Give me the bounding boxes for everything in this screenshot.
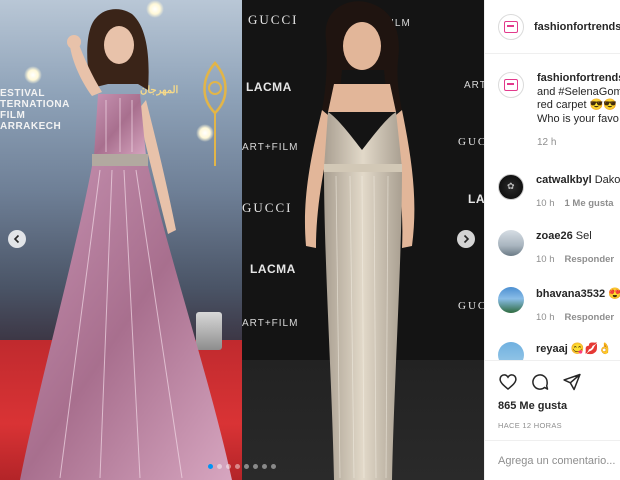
caption-username[interactable]: fashionfortrends: [537, 72, 620, 86]
brand-logo-icon: [504, 79, 518, 91]
photo-dakota-red-carpet: ESTIVAL TERNATIONA FILM ARRAKECH المهرجا…: [0, 0, 242, 480]
comment-username[interactable]: reyaaj: [536, 343, 568, 355]
carousel-dot[interactable]: [244, 464, 249, 469]
carousel-dot[interactable]: [208, 464, 213, 469]
avatar[interactable]: [498, 230, 524, 256]
carousel-prev-button[interactable]: [8, 230, 26, 248]
comment-item: bhavana3532 😍 10 h Responder: [498, 287, 620, 323]
caption-line: and #SelenaGom: [537, 86, 620, 100]
comment-timestamp[interactable]: 10 h: [536, 198, 555, 209]
comment-like-count[interactable]: 1 Me gusta: [565, 198, 614, 209]
comment-timestamp[interactable]: 10 h: [536, 312, 555, 323]
post-media[interactable]: ESTIVAL TERNATIONA FILM ARRAKECH المهرجا…: [0, 0, 484, 480]
like-count[interactable]: 865 Me gusta: [498, 400, 567, 412]
comment-text: Sel: [575, 230, 592, 242]
carousel-dots: [208, 464, 276, 469]
avatar[interactable]: [498, 13, 524, 40]
post-actions: 865 Me gusta HACE 12 HORAS: [485, 360, 620, 440]
post-side-panel: fashionfortrends fashionfortrends and #S…: [484, 0, 620, 480]
carousel-dot[interactable]: [226, 464, 231, 469]
post-header: fashionfortrends: [485, 0, 620, 54]
comments-list[interactable]: fashionfortrends and #SelenaGom red carp…: [485, 55, 620, 360]
paper-plane-icon: [563, 373, 581, 391]
comment-button[interactable]: [530, 372, 550, 392]
carousel-next-button[interactable]: [457, 230, 475, 248]
woman-in-silver-gown: [304, 1, 415, 480]
photo-selena-red-carpet: GUCCI LACMA ART+FILM GUCCI LACMA ART+FIL…: [242, 0, 484, 480]
comment-text: 😍: [608, 288, 620, 300]
add-comment-bar: [485, 440, 620, 480]
caption-hashtag[interactable]: and #SelenaGom: [537, 86, 620, 98]
avatar[interactable]: [498, 72, 524, 98]
chevron-left-icon: [13, 234, 20, 244]
comment-item: zoae26 Sel 10 h Responder: [498, 230, 620, 265]
comment-text: Dako: [594, 174, 620, 186]
avatar[interactable]: [498, 342, 524, 360]
reply-button[interactable]: Responder: [565, 312, 615, 323]
reply-button[interactable]: Responder: [565, 254, 615, 265]
carousel-dot[interactable]: [262, 464, 267, 469]
comment-bubble-icon: [532, 374, 549, 390]
share-button[interactable]: [562, 372, 582, 392]
comment-username[interactable]: bhavana3532: [536, 288, 605, 300]
avatar[interactable]: [498, 174, 524, 200]
comment-timestamp[interactable]: 10 h: [536, 254, 555, 265]
comment-item: catwalkbyl Dako 10 h 1 Me gusta: [498, 174, 620, 209]
comment-username[interactable]: zoae26: [536, 230, 573, 242]
post-timestamp[interactable]: HACE 12 HORAS: [498, 421, 562, 430]
carousel-dot[interactable]: [235, 464, 240, 469]
carousel-dot[interactable]: [217, 464, 222, 469]
comment-item: reyaaj 😋💋👌: [498, 342, 620, 360]
caption-line: Who is your favo: [537, 112, 619, 125]
chevron-right-icon: [463, 234, 470, 244]
carousel-dot[interactable]: [253, 464, 258, 469]
carousel-dot[interactable]: [271, 464, 276, 469]
avatar[interactable]: [498, 287, 524, 313]
comment-text: 😋💋👌: [570, 343, 612, 355]
heart-icon: [499, 374, 517, 391]
comment-input[interactable]: [498, 454, 620, 467]
post-username[interactable]: fashionfortrends: [534, 21, 620, 33]
woman-in-sequin-gown: [20, 9, 232, 480]
caption-timestamp[interactable]: 12 h: [537, 136, 620, 150]
caption-line: red carpet 😎😎: [537, 99, 617, 111]
post-caption: fashionfortrends and #SelenaGom red carp…: [498, 72, 620, 150]
comment-username[interactable]: catwalkbyl: [536, 174, 592, 186]
like-button[interactable]: [498, 372, 518, 392]
brand-logo-icon: [504, 20, 518, 33]
